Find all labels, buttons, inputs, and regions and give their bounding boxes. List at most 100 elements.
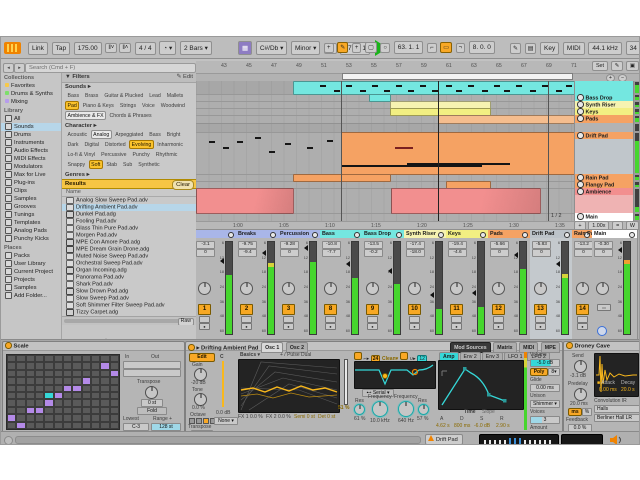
scale-grid-cell[interactable]: [101, 422, 109, 428]
peak-level-field[interactable]: 0: [196, 249, 215, 257]
solo-button[interactable]: [451, 316, 462, 323]
scale-grid-cell[interactable]: [110, 393, 118, 399]
scale-grid-cell[interactable]: [26, 356, 34, 362]
filter-tag-sub[interactable]: Sub: [121, 160, 135, 169]
sidebar-item-projects[interactable]: Projects: [1, 276, 61, 284]
device-on-icon[interactable]: [566, 342, 573, 349]
scale-grid-cell[interactable]: [101, 363, 109, 369]
arm-button[interactable]: ●: [199, 323, 210, 330]
scale-grid-cell[interactable]: [54, 378, 62, 384]
solo-button[interactable]: [493, 316, 504, 323]
scale-grid-cell[interactable]: [17, 415, 25, 421]
scale-grid-cell[interactable]: [64, 378, 72, 384]
mixer-strip-synth-riser[interactable]: Synth Riser -17.4 -18.0 6 12 18 24 36 48 60 10 ●: [404, 230, 447, 339]
fx1-param[interactable]: FX 1 0.0 %: [238, 414, 263, 420]
browser-back-button[interactable]: ◂: [3, 63, 14, 73]
scale-grid-cell[interactable]: [17, 393, 25, 399]
key-scale-menu[interactable]: Minor ▾: [291, 41, 321, 55]
scale-grid-cell[interactable]: [8, 400, 16, 406]
scale-grid-cell[interactable]: [110, 422, 118, 428]
scale-grid-cell[interactable]: [54, 422, 62, 428]
predelay-knob[interactable]: [574, 388, 587, 401]
filter-tag-inharmonic[interactable]: Inharmonic: [155, 140, 186, 149]
scale-grid-cell[interactable]: [26, 407, 34, 414]
track-name[interactable]: Drift Pad: [575, 132, 634, 139]
pan-knob[interactable]: [324, 282, 337, 295]
sidebar-item-add-folder-[interactable]: Add Folder...: [1, 292, 61, 300]
track-name[interactable]: Flangy Pad: [575, 181, 634, 188]
scale-grid-cell[interactable]: [54, 363, 62, 369]
track-name[interactable]: Bass Drop: [575, 94, 634, 101]
mixer-strip-hidden[interactable]: -3.1 0 6 12 18 24 36 48 60 1 ●: [196, 230, 237, 339]
solo-button[interactable]: [241, 316, 252, 323]
filter-tag-lead[interactable]: Lead: [147, 91, 164, 100]
nudge-down-button[interactable]: ‖˅: [105, 43, 118, 53]
scale-grid-cell[interactable]: [36, 422, 44, 428]
osc-shape-menu[interactable]: + / Pulse Dual: [280, 352, 311, 358]
filter-tag-arpeggiated[interactable]: Arpeggiated: [113, 130, 146, 139]
filter-tag-digital[interactable]: Digital: [82, 140, 101, 149]
track-activator-icon[interactable]: [311, 231, 318, 238]
track-activator-number[interactable]: 1: [198, 304, 211, 315]
pencil-icon[interactable]: ✎: [610, 61, 624, 71]
scale-grid-cell[interactable]: [101, 385, 109, 391]
pan-knob[interactable]: [596, 282, 609, 295]
sidebar-item-grooves[interactable]: Grooves: [1, 203, 61, 211]
scale-grid-cell[interactable]: [26, 385, 34, 391]
filter-tag-punchy[interactable]: Punchy: [130, 150, 152, 159]
semi-param[interactable]: Semi 0 st: [294, 414, 315, 420]
scale-grid-cell[interactable]: [82, 385, 90, 391]
filter-tag-evolving[interactable]: Evolving: [129, 140, 154, 149]
scale-grid-cell[interactable]: [92, 422, 100, 428]
arm-button[interactable]: ●: [577, 323, 588, 330]
detune-param[interactable]: Det 0 st: [318, 414, 335, 420]
scale-grid-cell[interactable]: [110, 407, 118, 414]
scale-grid-cell[interactable]: [73, 356, 81, 362]
velocity-range-widget[interactable]: [561, 434, 603, 444]
arrangement-clip[interactable]: [369, 94, 391, 102]
computer-midi-keyboard-icon[interactable]: ▤: [524, 42, 537, 54]
scale-grid-cell[interactable]: [45, 370, 53, 377]
sidebar-item-audio-effects[interactable]: Audio Effects: [1, 147, 61, 155]
mixer-strip-bass-drop[interactable]: Bass Drop -13.5 -0.2 6 12 18 24 36 48 60 9 ●: [362, 230, 405, 339]
mixer-strip-breaks[interactable]: Breaks -9.75 -9.4 6 12 18 24 36 48 60 2 ●: [236, 230, 279, 339]
device-on-icon[interactable]: [5, 342, 12, 349]
peak-level-field[interactable]: -0.2: [364, 249, 383, 257]
time-signature-field[interactable]: 4 / 4: [134, 41, 156, 55]
crossfade-assign[interactable]: ▭: [597, 304, 611, 311]
scale-grid-cell[interactable]: [64, 363, 72, 369]
track-header-drift-pad[interactable]: Drift Pad: [575, 132, 634, 175]
scale-grid-cell[interactable]: [8, 370, 16, 377]
solo-button[interactable]: [535, 316, 546, 323]
sidebar-item-instruments[interactable]: Instruments: [1, 139, 61, 147]
track-activator-icon[interactable]: [563, 231, 570, 238]
scale-grid-cell[interactable]: [54, 415, 62, 421]
scale-grid-cell[interactable]: [45, 393, 53, 399]
browser-forward-button[interactable]: ▸: [14, 63, 25, 73]
scale-grid-cell[interactable]: [73, 400, 81, 406]
poly-voices-menu[interactable]: 8▾: [548, 368, 560, 376]
filter-tag-piano-keys[interactable]: Piano & Keys: [80, 101, 116, 110]
result-item[interactable]: Glass Thin Pure Pad.adv: [62, 225, 196, 232]
peak-level-field[interactable]: 0: [532, 249, 551, 257]
track-activator-number[interactable]: 12: [492, 304, 505, 315]
solo-button[interactable]: [409, 316, 420, 323]
mixer-strip-main[interactable]: Main -0.30 0 6 12 18 24 36 48 60 ▭: [592, 230, 638, 339]
track-name[interactable]: Synth Riser: [575, 101, 634, 108]
scale-grid-cell[interactable]: [26, 378, 34, 384]
decay-value[interactable]: 800 ms: [454, 423, 470, 429]
volume-field[interactable]: -9.28: [280, 241, 299, 249]
device-scrollbar[interactable]: [15, 436, 421, 444]
scale-grid-cell[interactable]: [54, 356, 62, 362]
scale-grid-cell[interactable]: [82, 370, 90, 377]
scale-grid-cell[interactable]: [92, 393, 100, 399]
scale-grid-cell[interactable]: [36, 385, 44, 391]
scale-grid-cell[interactable]: [8, 407, 16, 414]
scale-name-menu[interactable]: [123, 369, 181, 377]
volume-field[interactable]: -9.75: [238, 241, 257, 249]
arrangement-clip[interactable]: [391, 188, 541, 214]
arm-button[interactable]: ●: [367, 323, 378, 330]
scale-grid-cell[interactable]: [73, 422, 81, 428]
scale-transpose-value[interactable]: 0 st: [141, 399, 163, 407]
send-knob[interactable]: [574, 360, 587, 373]
